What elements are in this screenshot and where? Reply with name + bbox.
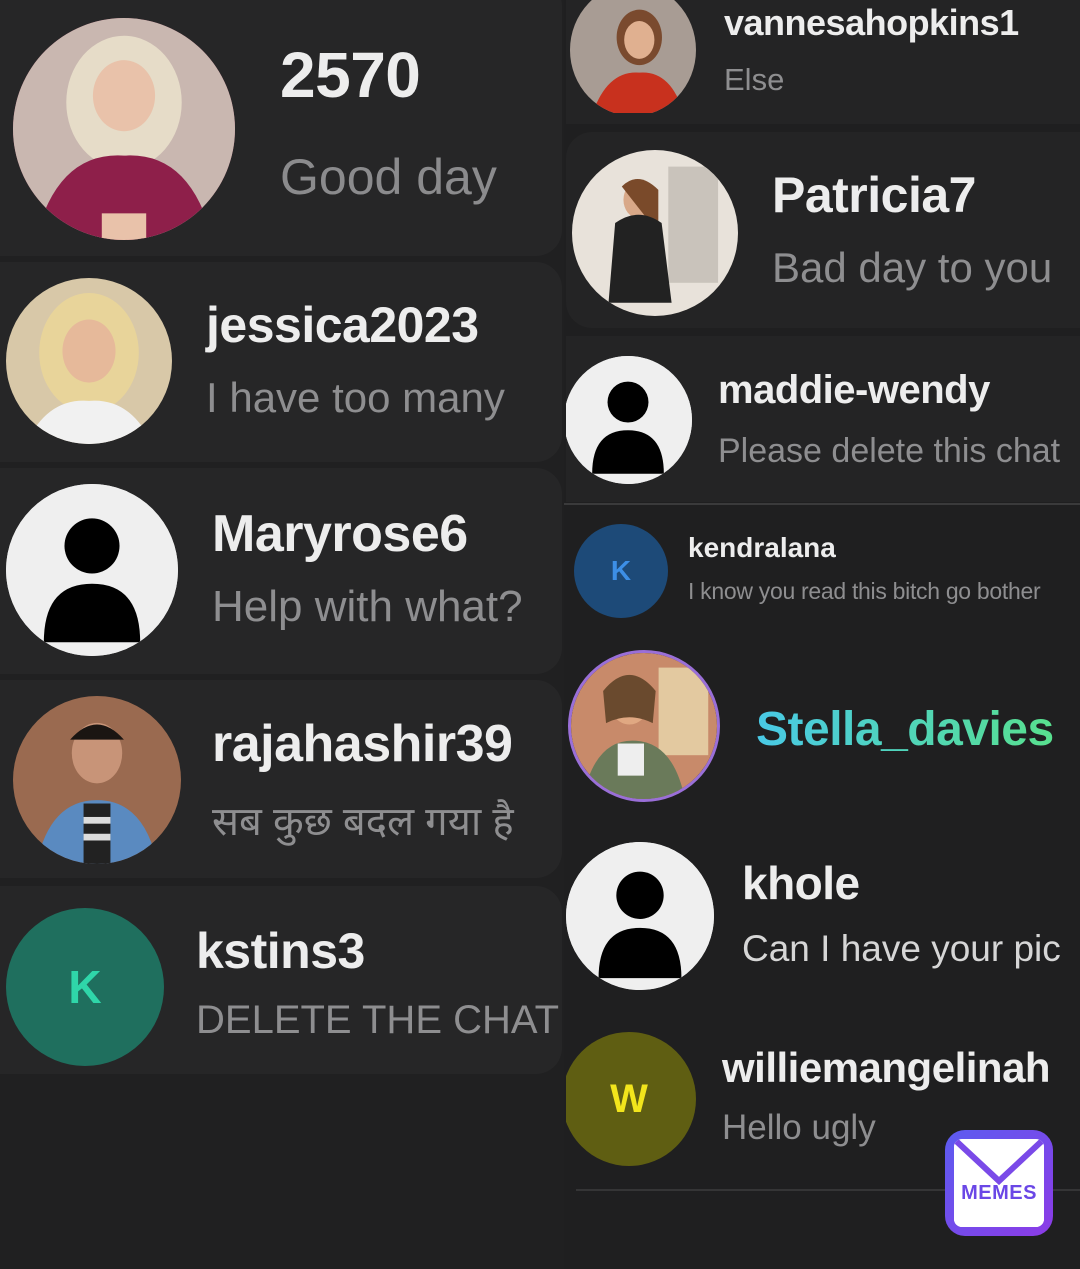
chat-preview: Hello ugly <box>722 1108 876 1147</box>
photo-man-icon <box>13 696 181 864</box>
chat-preview: I know you read this bitch go bother <box>688 578 1041 604</box>
chat-name: 2570 <box>280 39 421 111</box>
default-user-icon <box>566 842 714 990</box>
chat-row-kstins3[interactable]: K kstins3 DELETE THE CHAT <box>0 886 562 1074</box>
chat-row-kendralana[interactable]: K kendralana I know you read this bitch … <box>566 506 1080 636</box>
chat-name: jessica2023 <box>206 297 479 353</box>
photo-woman-dress-icon <box>572 150 738 316</box>
chat-name: williemangelinah <box>722 1044 1051 1091</box>
photo-blonde-woman-icon <box>13 18 235 240</box>
default-user-icon <box>566 356 692 484</box>
default-user-icon <box>6 484 178 656</box>
chat-name: rajahashir39 <box>212 715 513 773</box>
chat-row-maryrose6[interactable]: Maryrose6 Help with what? <box>0 468 562 674</box>
photo-woman-green-icon <box>568 650 720 802</box>
chat-row-stella-davies[interactable]: Stella_davies <box>566 644 1080 814</box>
chat-row-maddie-wendy[interactable]: maddie-wendy Please delete this chat <box>566 336 1080 502</box>
chat-preview: I have too many <box>206 374 505 421</box>
chat-name: maddie-wendy <box>718 368 990 412</box>
chat-name: Patricia7 <box>772 167 976 223</box>
photo-woman-red-icon <box>570 0 696 116</box>
chat-preview: DELETE THE CHAT <box>196 998 560 1042</box>
chat-preview: Good day <box>280 149 497 205</box>
chat-name: vannesahopkins1 <box>724 2 1019 43</box>
chat-row-vannesahopkins1[interactable]: vannesahopkins1 Else <box>566 0 1080 124</box>
chat-row-jessica2023[interactable]: jessica2023 I have too many <box>0 262 562 462</box>
chat-preview: Please delete this chat <box>718 432 1061 470</box>
chat-preview: Bad day to you <box>772 244 1053 291</box>
chat-row-khole[interactable]: khole Can I have your pic <box>566 826 1080 1016</box>
chat-row-2570[interactable]: 2570 Good day <box>0 0 562 256</box>
photo-blonde-woman-icon <box>6 278 172 444</box>
chat-preview: Else <box>724 62 785 97</box>
chat-name: kendralana <box>688 532 836 563</box>
chat-name: kstins3 <box>196 923 365 979</box>
chat-preview: Help with what? <box>212 582 523 631</box>
watermark-label: MEMES <box>961 1182 1037 1204</box>
memes-envelope-icon: MEMES <box>945 1130 1053 1236</box>
chat-row-patricia7[interactable]: Patricia7 Bad day to you <box>566 132 1080 328</box>
chat-name: Maryrose6 <box>212 505 468 563</box>
letter-avatar-k: K <box>574 524 668 618</box>
letter-avatar-k: K <box>6 908 164 1066</box>
left-chat-list: 2570 Good day jessica2023 I have too man… <box>0 0 564 1269</box>
chat-row-rajahashir39[interactable]: rajahashir39 सब कुछ बदल गया है <box>0 680 562 878</box>
right-chat-list: vannesahopkins1 Else Patricia7 Bad day t… <box>564 0 1080 1269</box>
divider <box>564 503 1080 505</box>
chat-preview: Can I have your pic <box>742 928 1061 969</box>
letter-avatar-w: W <box>566 1032 696 1166</box>
chat-name: khole <box>742 857 860 909</box>
chat-name: Stella_davies <box>756 703 1054 756</box>
chat-preview: सब कुछ बदल गया है <box>212 800 514 844</box>
